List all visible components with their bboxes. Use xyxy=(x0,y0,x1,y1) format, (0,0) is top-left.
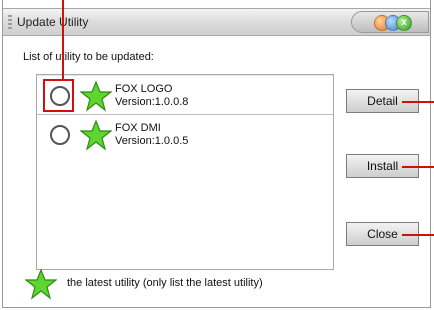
latest-star-icon xyxy=(80,80,112,112)
title-grip-icon xyxy=(8,15,12,29)
legend-star-icon xyxy=(25,268,57,300)
update-utility-window: Update Utility x List of utility to be u… xyxy=(2,0,431,308)
close-window-icon[interactable]: x xyxy=(396,15,412,31)
select-radio[interactable] xyxy=(50,125,70,145)
utility-info: FOX DMI Version:1.0.0.5 xyxy=(115,122,188,148)
utility-list[interactable]: FOX LOGO Version:1.0.0.8 FOX DMI Version… xyxy=(36,74,334,270)
latest-star-icon xyxy=(80,119,112,151)
detail-pointer-line xyxy=(402,101,434,103)
legend-text: the latest utility (only list the latest… xyxy=(67,277,263,289)
list-item[interactable]: FOX LOGO Version:1.0.0.8 xyxy=(37,75,333,115)
utility-version: Version:1.0.0.8 xyxy=(115,96,189,108)
radio-highlight-box xyxy=(43,79,74,112)
utility-info: FOX LOGO Version:1.0.0.8 xyxy=(115,83,188,109)
list-item[interactable]: FOX DMI Version:1.0.0.5 xyxy=(37,115,333,153)
close-pointer-line xyxy=(402,234,434,236)
window-controls: x xyxy=(351,11,429,33)
utility-name: FOX LOGO xyxy=(115,83,173,95)
callout-line xyxy=(62,0,64,80)
window-title: Update Utility xyxy=(17,15,89,29)
title-bar[interactable]: Update Utility x xyxy=(3,8,430,36)
list-caption: List of utility to be updated: xyxy=(23,51,154,63)
utility-name: FOX DMI xyxy=(115,122,161,134)
install-pointer-line xyxy=(402,166,434,168)
utility-version: Version:1.0.0.5 xyxy=(115,135,189,147)
